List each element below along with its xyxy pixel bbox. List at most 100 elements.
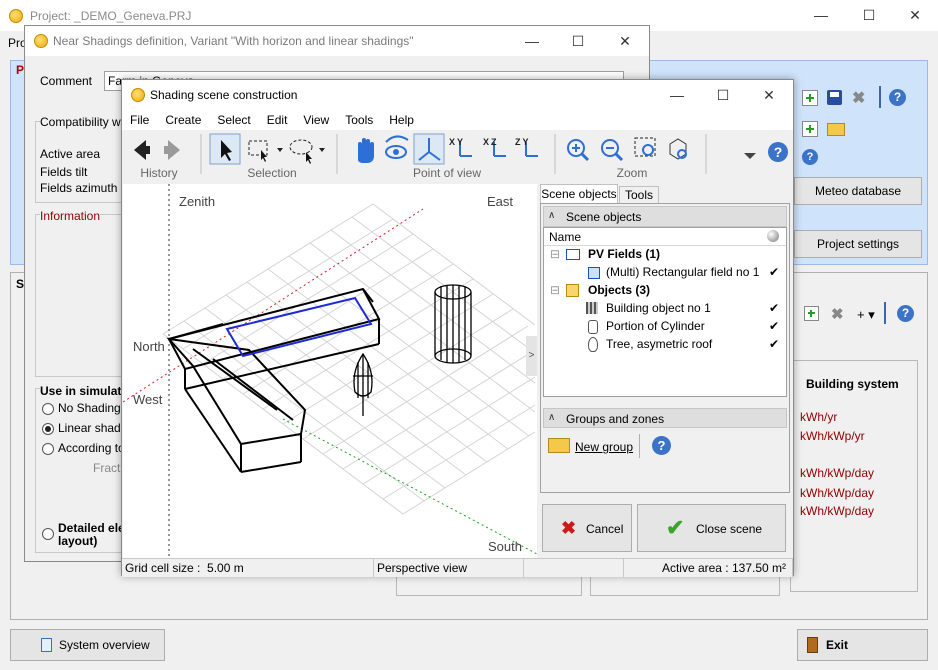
scene-toolbar: ? XY XZ ZY History Selection Point of vi… [122,130,793,182]
close-scene-button[interactable]: ✔ Close scene [637,504,786,552]
use-in-sim-label: Use in simulati [40,384,125,398]
view-mode-status: Perspective view [374,559,524,577]
close-icon[interactable]: ✕ [746,80,792,110]
fraction-label: Fracti [93,461,123,475]
divider [879,86,881,108]
app-sun-icon [131,88,145,102]
tree-building-item[interactable]: Building object no 1 ✔ [544,299,786,317]
menu-file[interactable]: File [122,110,157,130]
plus-dropdown-icon[interactable]: + ▾ [857,307,875,323]
menu-create[interactable]: Create [157,110,209,130]
help-icon[interactable]: ? [652,436,671,455]
unit-label: kWh/kWp/day [800,504,875,518]
new-group-button[interactable]: New group [544,430,634,462]
minimize-icon[interactable]: — [798,0,844,30]
project-settings-button[interactable]: Project settings [794,230,922,258]
tree-objects[interactable]: ⊟ Objects (3) [544,281,786,299]
south-label: South [488,539,522,554]
maximize-icon[interactable]: ☐ [846,0,892,30]
exit-door-icon [807,637,818,653]
name-column-header[interactable]: Name [544,228,786,246]
cancel-button[interactable]: ✖ Cancel [542,504,632,552]
help-icon-3[interactable]: ? [897,305,914,322]
active-area-label: Active area [40,147,101,161]
minimize-icon[interactable]: — [654,80,700,110]
unit-label: kWh/kWp/day [800,466,875,480]
tree-cylinder-item[interactable]: Portion of Cylinder ✔ [544,317,786,335]
help-icon-2[interactable]: ? [802,149,818,165]
folder-icon[interactable] [827,123,845,136]
grid-cell-status: Grid cell size : 5.00 m [122,559,374,577]
exit-button[interactable]: Exit [797,629,928,661]
system-overview-button[interactable]: System overview [10,629,165,661]
back-arrow-icon[interactable] [134,140,150,160]
add-green-icon-3[interactable] [804,306,819,321]
main-header-letter: P [16,63,25,77]
meteo-database-button[interactable]: Meteo database [794,177,922,205]
forward-arrow-icon[interactable] [164,140,180,160]
axis-xz-label: XZ [483,137,499,147]
tree-pv-fields[interactable]: ⊟ PV Fields (1) [544,245,786,263]
collapse-chevron-icon[interactable]: ∧ [548,210,555,221]
delete-icon-2[interactable]: ✖ [831,305,844,323]
axis-zy-label: ZY [515,137,531,147]
rect-select-icon[interactable] [248,140,268,156]
menu-tools[interactable]: Tools [337,110,381,130]
add-green-icon-2[interactable] [802,121,818,137]
lasso-select-icon[interactable] [289,139,313,155]
check-icon[interactable]: ✔ [769,317,779,335]
maximize-icon[interactable]: ☐ [700,80,746,110]
save-icon[interactable] [827,90,842,105]
minimize-icon[interactable]: — [509,26,555,56]
check-icon[interactable]: ✔ [769,335,779,353]
zenith-label: Zenith [179,194,216,209]
groups-header: ∧ Groups and zones [543,408,787,428]
close-icon[interactable]: ✕ [892,0,938,30]
radio-no-shadings[interactable] [42,403,54,415]
close-scene-label: Close scene [696,522,763,536]
west-label: West [133,392,163,407]
unit-label: kWh/yr [800,410,838,424]
menu-edit[interactable]: Edit [259,110,296,130]
close-icon[interactable]: ✕ [602,26,648,56]
tools-tab[interactable]: Tools [619,186,659,203]
cylinder-object[interactable] [434,284,472,364]
new-group-label: New group [575,440,634,454]
add-green-icon[interactable] [802,90,818,106]
report-icon [41,638,52,652]
check-icon[interactable]: ✔ [769,299,779,317]
app-sun-icon [9,9,23,23]
maximize-icon[interactable]: ☐ [555,26,601,56]
rect-field-icon [588,267,600,279]
scene-menubar: File Create Select Edit View Tools Help [122,110,793,130]
building-object[interactable] [166,287,381,473]
pan-hand-icon[interactable] [358,138,374,163]
menu-view[interactable]: View [295,110,337,130]
toolbar-dropdown-icon[interactable] [744,153,756,159]
scene-objects-header: ∧ Scene objects [543,206,787,227]
status-bar: Grid cell size : 5.00 m Perspective view… [122,558,793,577]
information-label: Information [40,209,101,223]
check-icon[interactable]: ✔ [769,263,779,281]
pv-fields-icon [566,249,580,260]
north-label: North [133,339,165,354]
help-icon[interactable]: ? [889,89,906,106]
delete-icon[interactable]: ✖ [852,88,865,108]
collapse-panel-button[interactable]: > [526,336,537,376]
pv-fields-label: PV Fields (1) [588,247,661,261]
radio-linear[interactable] [42,423,54,435]
collapse-chevron-icon[interactable]: ∧ [548,412,555,423]
radio-linear-label: Linear shadin [58,421,131,435]
radio-according[interactable] [42,443,54,455]
3d-view-canvas[interactable]: Zenith East North West South [123,184,537,558]
tree-pv-item[interactable]: (Multi) Rectangular field no 1 ✔ [544,263,786,281]
fields-azimuth-label: Fields azimuth [40,181,118,195]
system-overview-label: System overview [59,638,150,652]
rotate-view-icon[interactable] [385,135,409,143]
menu-select[interactable]: Select [209,110,258,130]
scene-objects-tab[interactable]: Scene objects [540,184,618,203]
tree-tree-item[interactable]: Tree, asymetric roof ✔ [544,335,786,353]
app-sun-icon [34,34,48,48]
radio-detailed[interactable] [42,528,54,540]
menu-help[interactable]: Help [381,110,422,130]
